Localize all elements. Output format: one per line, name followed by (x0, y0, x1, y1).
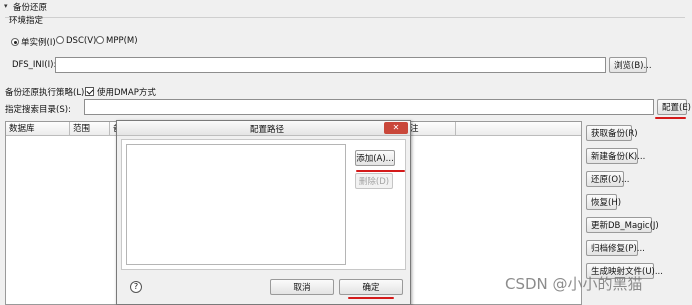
strategy-label: 备份还原执行策略(L): (5, 88, 88, 98)
checkbox-indicator (85, 87, 94, 96)
get-backup-button[interactable]: 获取备份(R) (586, 125, 638, 141)
new-backup-button[interactable]: 新建备份(K)... (586, 148, 645, 164)
dialog-titlebar[interactable]: 配置路径 ✕ (117, 121, 410, 136)
dfs-ini-input[interactable] (55, 57, 606, 73)
add-path-button[interactable]: 添加(A)... (355, 150, 395, 166)
dialog-content: 添加(A)... 删除(D) (121, 139, 406, 270)
column-header-note[interactable]: 注 (406, 122, 456, 136)
close-icon[interactable]: ✕ (384, 122, 408, 134)
ok-button[interactable]: 确定 (339, 279, 403, 295)
config-path-dialog: 配置路径 ✕ 添加(A)... 删除(D) ? 取消 确定 (116, 120, 411, 305)
radio-mpp[interactable]: MPP(M) (96, 36, 138, 46)
dialog-title: 配置路径 (250, 125, 285, 135)
browse-button[interactable]: 浏览(B)... (609, 57, 652, 73)
help-icon[interactable]: ? (130, 281, 142, 293)
radio-indicator (96, 36, 104, 44)
restore-button[interactable]: 还原(O)... (586, 171, 629, 187)
add-highlight-underline (356, 170, 405, 172)
section-title: 备份还原 (13, 3, 48, 13)
update-db-magic-button[interactable]: 更新DB_Magic(J) (586, 217, 659, 233)
search-dir-input[interactable] (84, 99, 654, 115)
config-highlight-underline (655, 117, 686, 119)
dfs-ini-label: DFS_INI(I): (12, 60, 57, 70)
radio-dsc[interactable]: DSC(V) (56, 36, 96, 46)
search-dir-label: 指定搜索目录(S): (5, 105, 71, 115)
column-header-range[interactable]: 范围 (70, 122, 110, 136)
radio-indicator (56, 36, 64, 44)
watermark: CSDN @小小的黑猫 (505, 275, 643, 293)
delete-path-button[interactable]: 删除(D) (355, 173, 393, 189)
collapse-triangle-icon[interactable]: ▾ (4, 2, 8, 10)
column-header-database[interactable]: 数据库 (6, 122, 70, 136)
dmap-checkbox[interactable]: 使用DMAP方式 (85, 86, 156, 98)
ok-highlight-underline (348, 297, 394, 299)
archive-repair-button[interactable]: 归档修复(P)... (586, 240, 645, 256)
radio-indicator (11, 38, 19, 46)
config-button[interactable]: 配置(E) (657, 99, 691, 115)
recover-button[interactable]: 恢复(H) (586, 194, 621, 210)
radio-single-instance[interactable]: 单实例(I) (11, 36, 56, 48)
cancel-button[interactable]: 取消 (270, 279, 334, 295)
env-group-label: 环境指定 (9, 16, 44, 26)
path-list[interactable] (126, 144, 346, 265)
